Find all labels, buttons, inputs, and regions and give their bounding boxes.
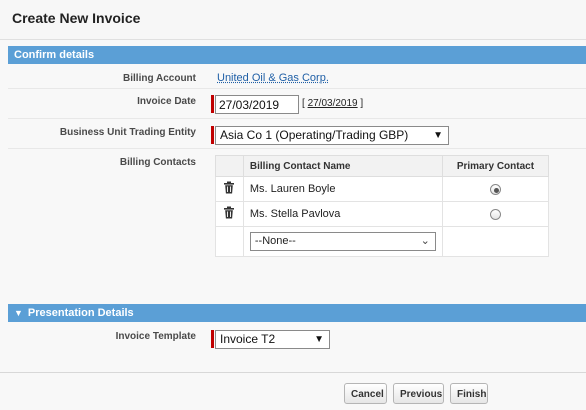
contact-name: Ms. Lauren Boyle [242,176,443,202]
new-contact-selected-value: --None-- [254,235,296,247]
column-header-primary-contact: Primary Contact [441,155,550,177]
table-row-new: --None-- ⌄ [215,226,550,257]
date-hint-open-bracket: [ [302,98,305,109]
primary-contact-cell [441,201,550,227]
billing-account-link[interactable]: United Oil & Gas Corp. [217,72,329,84]
section-header-presentation-details[interactable]: ▼ Presentation Details [8,304,586,322]
invoice-date-input[interactable] [215,95,299,114]
section-title: Presentation Details [27,307,134,319]
dropdown-arrow-icon: ▼ [433,130,443,141]
trash-icon[interactable] [223,206,235,222]
delete-column-header [215,155,244,177]
footer: Cancel Previous Finish [0,372,586,410]
required-indicator [211,126,214,144]
date-hint: [ 27/03/2019 ] [302,98,363,109]
previous-button[interactable]: Previous [393,383,444,404]
primary-contact-radio[interactable] [489,183,501,195]
trash-icon[interactable] [223,181,235,197]
table-row: Ms. Stella Pavlova [215,201,550,227]
dropdown-arrow-icon: ▼ [314,334,324,345]
billing-contacts-table: Billing Contact Name Primary Contact Ms.… [215,155,550,257]
contact-name: Ms. Stella Pavlova [242,201,443,227]
delete-cell [215,176,244,202]
business-unit-selected-value: Asia Co 1 (Operating/Trading GBP) [220,128,409,142]
triangle-down-icon: ▼ [14,308,23,318]
chevron-down-icon: ⌄ [420,235,430,247]
billing-account-label: Billing Account [123,73,196,84]
primary-contact-cell [441,176,550,202]
section-title: Confirm details [14,49,95,61]
divider [8,118,586,119]
invoice-template-label: Invoice Template [115,331,196,342]
delete-cell [215,201,244,227]
invoice-date-label: Invoice Date [137,96,196,107]
page-title: Create New Invoice [12,10,141,26]
empty-cell [215,226,244,257]
required-indicator [211,330,214,348]
business-unit-label: Business Unit Trading Entity [59,127,196,138]
required-indicator [211,95,214,113]
table-row: Ms. Lauren Boyle [215,176,550,202]
invoice-template-select[interactable]: Invoice T2 ▼ [215,330,330,349]
date-hint-close-bracket: ] [360,98,364,109]
cancel-button[interactable]: Cancel [344,383,387,404]
column-header-contact-name: Billing Contact Name [242,155,443,177]
section-header-confirm-details: Confirm details [8,46,586,64]
billing-contacts-label: Billing Contacts [119,157,196,168]
invoice-template-selected-value: Invoice T2 [220,332,276,346]
business-unit-select[interactable]: Asia Co 1 (Operating/Trading GBP) ▼ [215,126,449,145]
new-contact-select[interactable]: --None-- ⌄ [249,232,436,251]
finish-button[interactable]: Finish [450,383,488,404]
page-header: Create New Invoice [0,0,586,40]
new-contact-cell: --None-- ⌄ [242,226,443,257]
today-date-link[interactable]: 27/03/2019 [308,98,358,109]
empty-cell [441,226,550,257]
divider [8,148,586,149]
divider [8,88,586,89]
primary-contact-radio[interactable] [489,208,501,220]
